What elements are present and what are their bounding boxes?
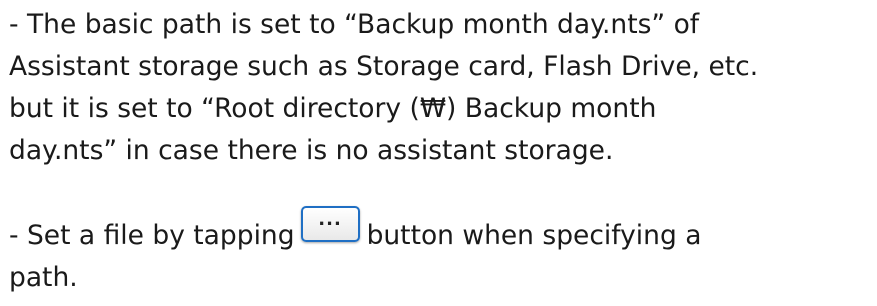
- paragraph-line: - The basic path is set to “Backup month…: [9, 9, 700, 40]
- ellipsis-button-label: ...: [318, 209, 342, 230]
- ellipsis-button[interactable]: ...: [300, 206, 360, 242]
- paragraph-backup-path: - The basic path is set to “Backup month…: [9, 4, 873, 172]
- text-before-button: - Set a file by tapping: [9, 220, 295, 251]
- paragraph-line: but it is set to “Root directory (₩) Bac…: [9, 93, 657, 124]
- text-after-button: button when specifying a: [366, 220, 702, 251]
- manual-page: - The basic path is set to “Backup month…: [9, 0, 873, 299]
- paragraph-line: - Set a file by tapping... button when sp…: [9, 206, 873, 257]
- paragraph-set-file: - Set a file by tapping... button when sp…: [9, 206, 873, 299]
- paragraph-line: Assistant storage such as Storage card, …: [9, 51, 759, 82]
- paragraph-line: path.: [9, 262, 78, 293]
- paragraph-line: day.nts” in case there is no assistant s…: [9, 135, 614, 166]
